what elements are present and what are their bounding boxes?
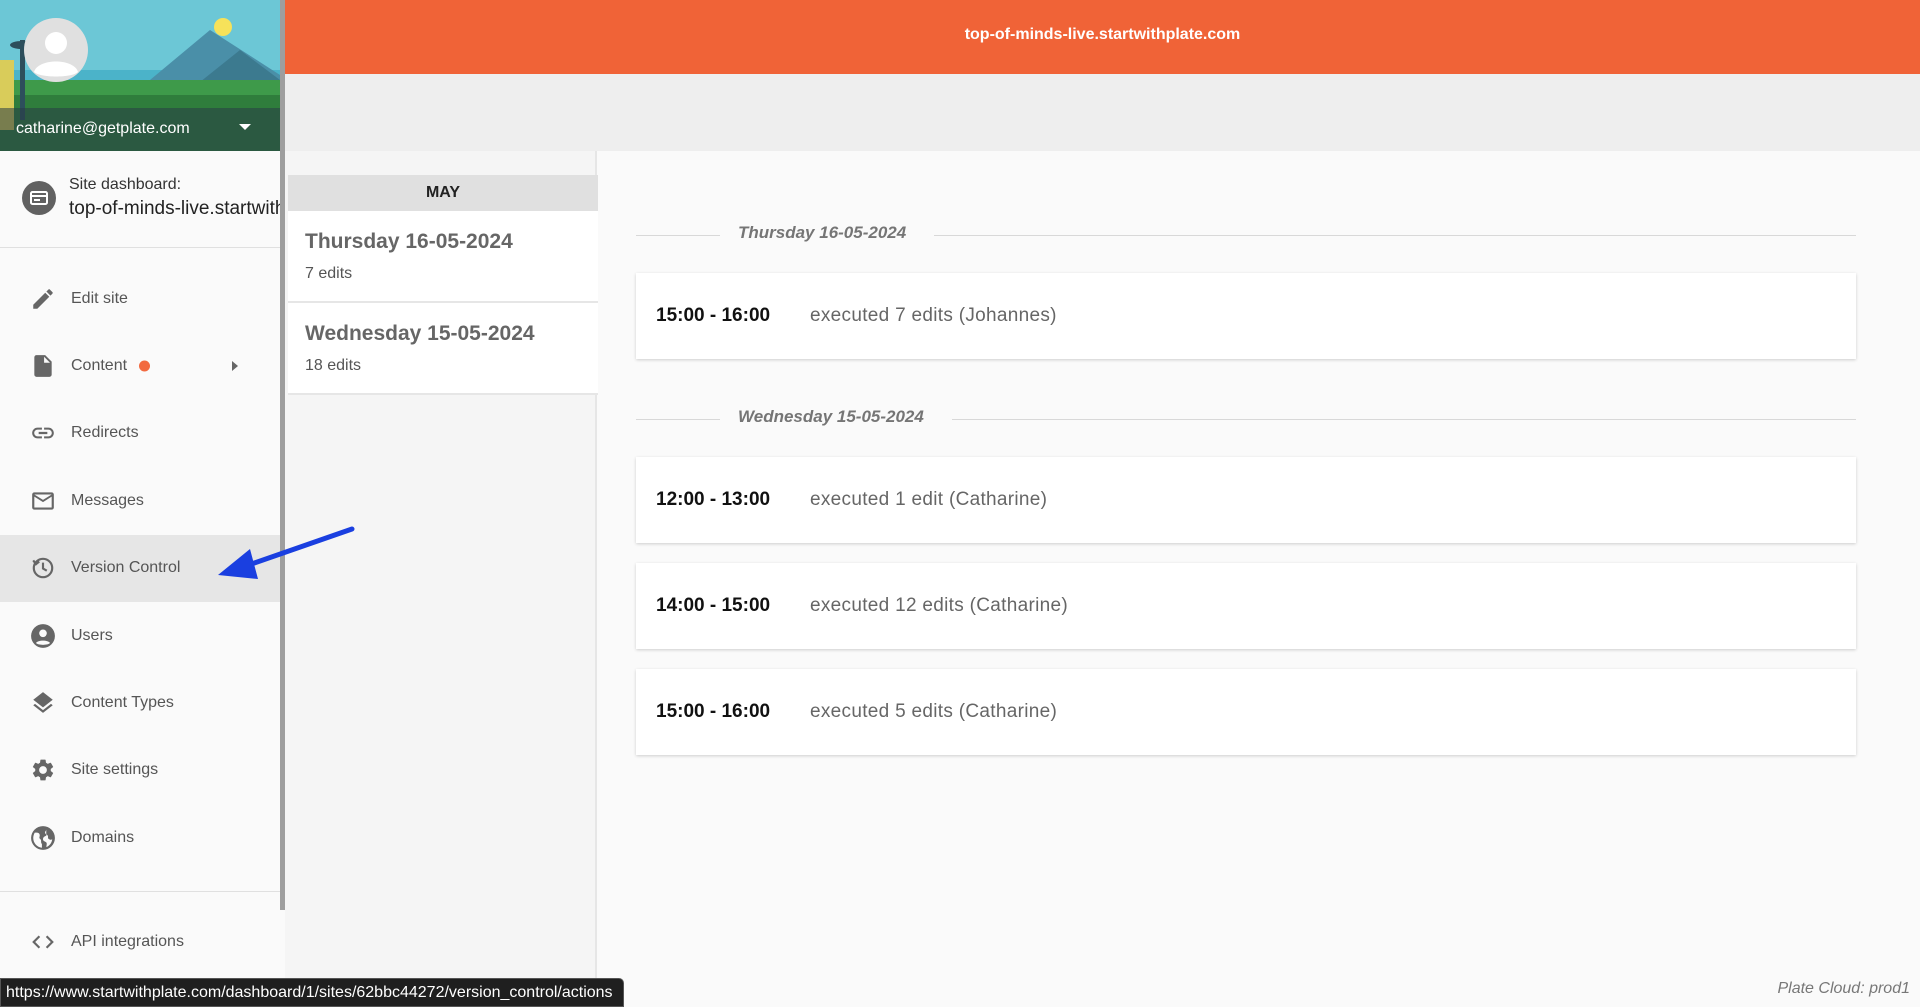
day-separator-label: Wednesday 15-05-2024 — [738, 407, 924, 426]
entry-description: executed 7 edits (Johannes) — [810, 305, 1057, 326]
sidebar-item-label: Users — [71, 626, 113, 644]
sidebar-item-domains[interactable]: Domains — [0, 804, 280, 871]
sidebar-item-users[interactable]: Users — [0, 602, 280, 669]
separator-line — [636, 235, 720, 236]
separator-line — [934, 235, 1856, 236]
notification-dot — [139, 360, 150, 372]
document-icon — [34, 355, 52, 377]
sidebar-item-api-integrations[interactable]: API integrations — [0, 908, 280, 976]
link-icon — [32, 428, 54, 439]
pencil-icon — [33, 288, 53, 309]
sidebar-item-label: Domains — [71, 828, 135, 846]
entry-time: 14:00 - 15:00 — [656, 595, 771, 616]
annotation-arrow-icon — [218, 526, 355, 579]
day-separator: Thursday 16-05-2024 — [636, 223, 1856, 247]
page-title: top-of-minds-live.startwithplate.com — [964, 26, 1241, 43]
sidebar-item-label: Site settings — [71, 761, 159, 779]
chevron-right-icon[interactable] — [232, 361, 238, 372]
site-dashboard-label: Site dashboard: — [69, 176, 182, 193]
app-header: top-of-minds-live.startwithplate.com — [285, 0, 1920, 74]
sidebar-item-label: Edit site — [71, 289, 128, 307]
day-separator-label: Thursday 16-05-2024 — [738, 223, 907, 242]
sidebar-item-label: Messages — [71, 491, 144, 509]
history-icon — [32, 557, 54, 579]
dashboard-icon — [22, 181, 56, 215]
site-dashboard-link[interactable]: Site dashboard: top-of-minds-live.startw… — [0, 151, 280, 248]
globe-icon — [31, 825, 55, 850]
code-icon — [32, 935, 54, 949]
timeline-panel: Thursday 16-05-2024 15:00 - 16:00 execut… — [598, 151, 1920, 1005]
chevron-down-icon[interactable] — [239, 124, 251, 130]
month-header: MAY — [288, 175, 598, 211]
sidebar-item-site-settings[interactable]: Site settings — [0, 737, 280, 804]
timeline-entry[interactable]: 15:00 - 16:00 executed 5 edits (Catharin… — [636, 669, 1856, 755]
sidebar-item-label: Content Types — [71, 694, 174, 712]
site-dashboard-name: top-of-minds-live.startwithplate.com — [69, 198, 280, 219]
sidebar: catharine@getplate.com Site dashboard: t… — [0, 0, 280, 1005]
date-item-title: Thursday 16-05-2024 — [305, 230, 513, 253]
profile-email: catharine@getplate.com — [16, 120, 190, 137]
date-item[interactable]: Wednesday 15-05-2024 18 edits — [288, 303, 598, 395]
day-separator: Wednesday 15-05-2024 — [636, 407, 1856, 431]
status-url: https://www.startwithplate.com/dashboard… — [0, 978, 624, 1007]
entry-description: executed 12 edits (Catharine) — [810, 595, 1068, 616]
date-item[interactable]: Thursday 16-05-2024 7 edits — [288, 211, 598, 303]
sidebar-item-label: API integrations — [71, 933, 184, 950]
environment-note: Plate Cloud: prod1 — [1777, 980, 1910, 997]
separator-line — [952, 419, 1856, 420]
mail-icon — [32, 492, 54, 510]
sidebar-item-content[interactable]: Content — [0, 332, 280, 399]
date-item-title: Wednesday 15-05-2024 — [305, 322, 535, 345]
sidebar-item-edit-site[interactable]: Edit site — [0, 265, 280, 332]
sidebar-item-redirects[interactable]: Redirects — [0, 400, 280, 467]
sidebar-divider — [0, 891, 280, 892]
separator-line — [636, 419, 720, 420]
timeline-entry[interactable]: 15:00 - 16:00 executed 7 edits (Johannes… — [636, 273, 1856, 359]
timeline-entry[interactable]: 12:00 - 13:00 executed 1 edit (Catharine… — [636, 457, 1856, 543]
timeline-entry[interactable]: 14:00 - 15:00 executed 12 edits (Cathari… — [636, 563, 1856, 649]
sidebar-item-label: Content — [71, 357, 128, 375]
profile-header[interactable]: catharine@getplate.com — [0, 0, 280, 151]
date-item-edits: 18 edits — [305, 357, 362, 374]
sidebar-item-label: Version Control — [71, 559, 181, 577]
toolbar-area — [285, 74, 1920, 151]
layers-icon — [33, 692, 53, 713]
account-icon — [31, 623, 55, 648]
gear-icon — [32, 760, 54, 781]
entry-description: executed 1 edit (Catharine) — [810, 489, 1048, 510]
entry-time: 12:00 - 13:00 — [656, 489, 771, 510]
entry-description: executed 5 edits (Catharine) — [810, 701, 1058, 722]
sidebar-item-label: Redirects — [71, 424, 139, 442]
entry-time: 15:00 - 16:00 — [656, 305, 771, 326]
sidebar-item-content-types[interactable]: Content Types — [0, 669, 280, 736]
avatar[interactable] — [24, 18, 88, 82]
entry-time: 15:00 - 16:00 — [656, 701, 771, 722]
date-item-edits: 7 edits — [305, 265, 353, 282]
